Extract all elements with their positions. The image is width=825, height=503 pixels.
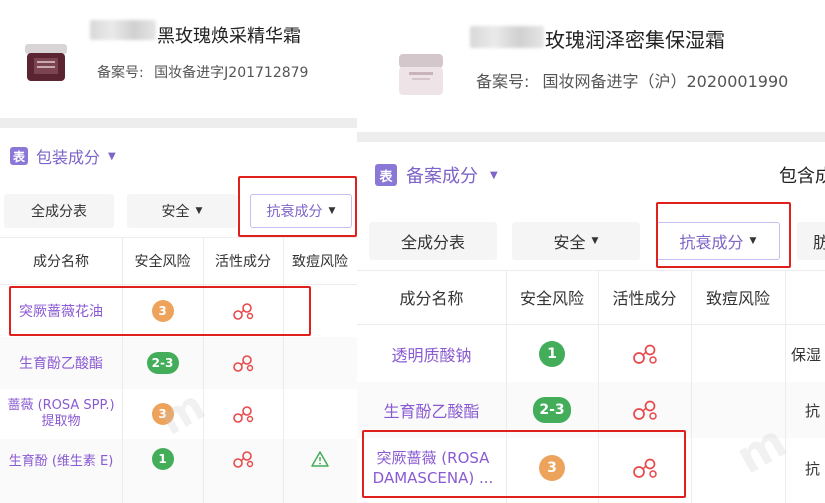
risk-cell: 2-3 <box>122 337 203 389</box>
column-header: 安全风险 <box>519 289 584 308</box>
chevron-down-icon: ▼ <box>490 169 498 181</box>
molecule-icon <box>632 400 657 420</box>
dropdown-icon: ▼ <box>195 206 203 216</box>
risk-cell: 1 <box>506 326 598 382</box>
molecule-icon <box>233 355 254 372</box>
divider <box>0 284 357 285</box>
product-thumbnail <box>25 44 67 81</box>
risk-badge: 3 <box>151 403 174 425</box>
column-header: 成分名称 <box>399 289 464 308</box>
divider <box>357 324 825 325</box>
molecule-icon <box>233 451 254 468</box>
blurred-brand <box>470 26 544 48</box>
tab-safety[interactable]: 安全 ▼ <box>127 194 237 228</box>
risk-badge: 1 <box>539 341 565 367</box>
active-cell <box>203 439 283 479</box>
registration-number: 备案号: 国妆网备进字（沪）2020001990 <box>476 72 789 91</box>
chevron-down-icon: ▼ <box>108 150 116 162</box>
function-cell: 保湿 <box>791 345 822 364</box>
ingredient-name[interactable]: 生育酚 (维生素 E) <box>0 439 122 479</box>
column-header: 成分名称 <box>33 253 89 270</box>
column-header: 致痘风险 <box>705 289 770 308</box>
section-title[interactable]: 表 包装成分 ▼ <box>10 144 116 168</box>
acne-cell <box>283 439 357 479</box>
dropdown-icon: ▼ <box>591 236 599 246</box>
risk-badge: 2-3 <box>533 397 571 423</box>
ingredient-name[interactable]: 透明质酸钠 <box>357 326 506 382</box>
product-title: 黑玫瑰焕采精华霜 <box>157 26 301 47</box>
active-cell <box>203 337 283 389</box>
right-panel: 玫瑰润泽密集保湿霜 备案号: 国妆网备进字（沪）2020001990 表 备案成… <box>357 0 825 503</box>
column-header: 活性成分 <box>215 253 271 270</box>
table-icon: 表 <box>10 147 28 165</box>
product-title: 玫瑰润泽密集保湿霜 <box>545 28 725 52</box>
warning-icon[interactable] <box>310 450 330 468</box>
section-title[interactable]: 表 备案成分 ▼ <box>375 162 498 188</box>
tab-safety[interactable]: 安全 ▼ <box>512 222 640 260</box>
ingredient-name[interactable]: 生育酚乙酸酯 <box>0 337 122 389</box>
tab-more[interactable]: 肪 <box>797 222 825 260</box>
risk-badge: 1 <box>151 448 174 470</box>
highlight-box <box>9 286 311 336</box>
function-cell: 抗 <box>805 459 821 478</box>
active-cell <box>598 326 691 382</box>
risk-cell: 1 <box>122 439 203 479</box>
product-header: 黑玫瑰焕采精华霜 备案号: 国妆备进字J201712879 <box>0 0 357 118</box>
table-icon: 表 <box>375 164 397 186</box>
ingredient-card: 表 备案成分 ▼ 包含成 全成分表 安全 ▼ 抗衰成分 ▼ 肪 成分名称 安全风险 … <box>357 142 825 503</box>
highlight-box <box>238 176 357 237</box>
ingredient-name[interactable]: 蔷薇 (ROSA SPP.) 提取物 <box>4 389 118 439</box>
column-header: 致痘风险 <box>292 253 348 270</box>
molecule-icon <box>233 406 254 423</box>
section-extra-label: 包含成 <box>779 166 825 187</box>
registration-number: 备案号: 国妆备进字J201712879 <box>97 65 309 81</box>
highlight-box <box>656 202 791 268</box>
highlight-box <box>362 430 686 498</box>
column-header: 安全风险 <box>134 253 191 270</box>
ingredient-card: 表 包装成分 ▼ 全成分表 安全 ▼ 抗衰成分 ▼ 成分名称 安全风险 活性成分 致… <box>0 128 357 503</box>
column-header: 活性成分 <box>612 289 677 308</box>
product-header: 玫瑰润泽密集保湿霜 备案号: 国妆网备进字（沪）2020001990 <box>357 0 825 132</box>
active-cell <box>203 389 283 439</box>
risk-badge: 2-3 <box>146 352 179 374</box>
product-thumbnail <box>399 54 443 95</box>
function-cell: 抗 <box>805 401 821 420</box>
left-panel: 黑玫瑰焕采精华霜 备案号: 国妆备进字J201712879 表 包装成分 ▼ 全… <box>0 0 357 503</box>
risk-cell: 3 <box>122 389 203 439</box>
blurred-brand <box>90 20 156 40</box>
tab-full-ingredients[interactable]: 全成分表 <box>369 222 497 260</box>
molecule-icon <box>632 344 657 364</box>
tab-full-ingredients[interactable]: 全成分表 <box>4 194 114 228</box>
